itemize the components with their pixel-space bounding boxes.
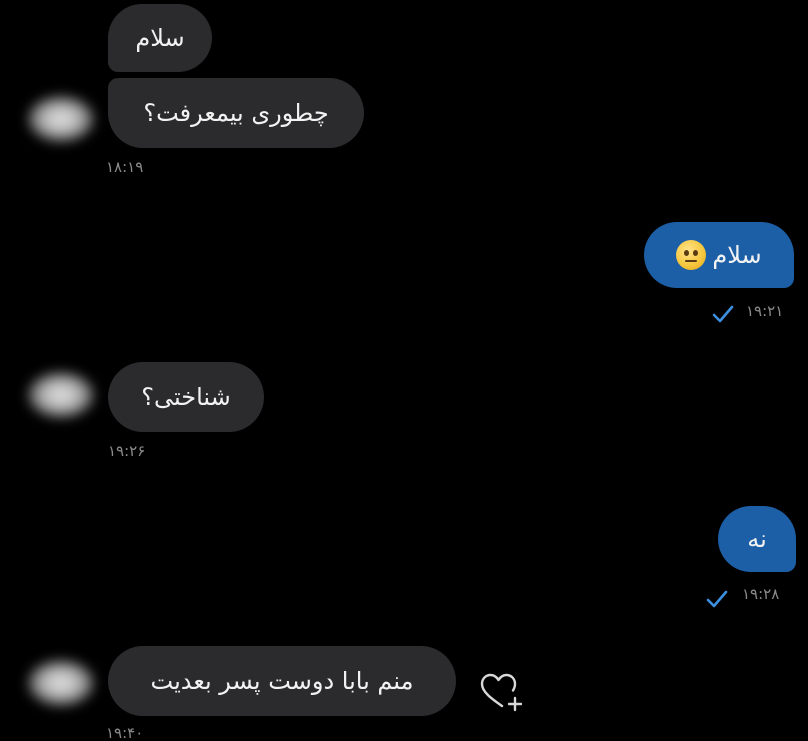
heart-plus-icon[interactable] (476, 670, 522, 716)
sent-check-icon (712, 305, 734, 323)
message-text: شناختی؟ (141, 383, 231, 411)
neutral-face-icon (676, 240, 707, 270)
message-bubble-incoming[interactable]: منم بابا دوست پسر بعدیت (108, 646, 456, 716)
sent-check-icon (706, 590, 728, 608)
message-timestamp: ۱۹:۲۸ (742, 585, 780, 603)
message-text: سلام (712, 241, 762, 269)
message-bubble-outgoing[interactable]: سلام (644, 222, 794, 288)
sender-avatar[interactable] (28, 96, 94, 142)
message-bubble-incoming[interactable]: شناختی؟ (108, 362, 264, 432)
sender-avatar[interactable] (28, 372, 94, 418)
message-text: سلام (135, 24, 185, 52)
message-timestamp: ۱۹:۲۱ (746, 302, 784, 320)
sender-avatar[interactable] (28, 660, 94, 706)
message-bubble-incoming[interactable]: چطوری بیمعرفت؟ (108, 78, 364, 148)
message-bubble-outgoing[interactable]: نه (718, 506, 796, 572)
chat-thread: سلام چطوری بیمعرفت؟ ۱۸:۱۹ سلام ۱۹:۲۱ شنا… (0, 0, 808, 741)
message-timestamp: ۱۸:۱۹ (106, 158, 144, 176)
message-bubble-incoming[interactable]: سلام (108, 4, 212, 72)
message-text: نه (747, 525, 767, 553)
message-timestamp: ۱۹:۴۰ (106, 724, 144, 741)
message-text: چطوری بیمعرفت؟ (143, 99, 329, 127)
message-timestamp: ۱۹:۲۶ (108, 442, 146, 460)
message-text: منم بابا دوست پسر بعدیت (150, 667, 414, 695)
